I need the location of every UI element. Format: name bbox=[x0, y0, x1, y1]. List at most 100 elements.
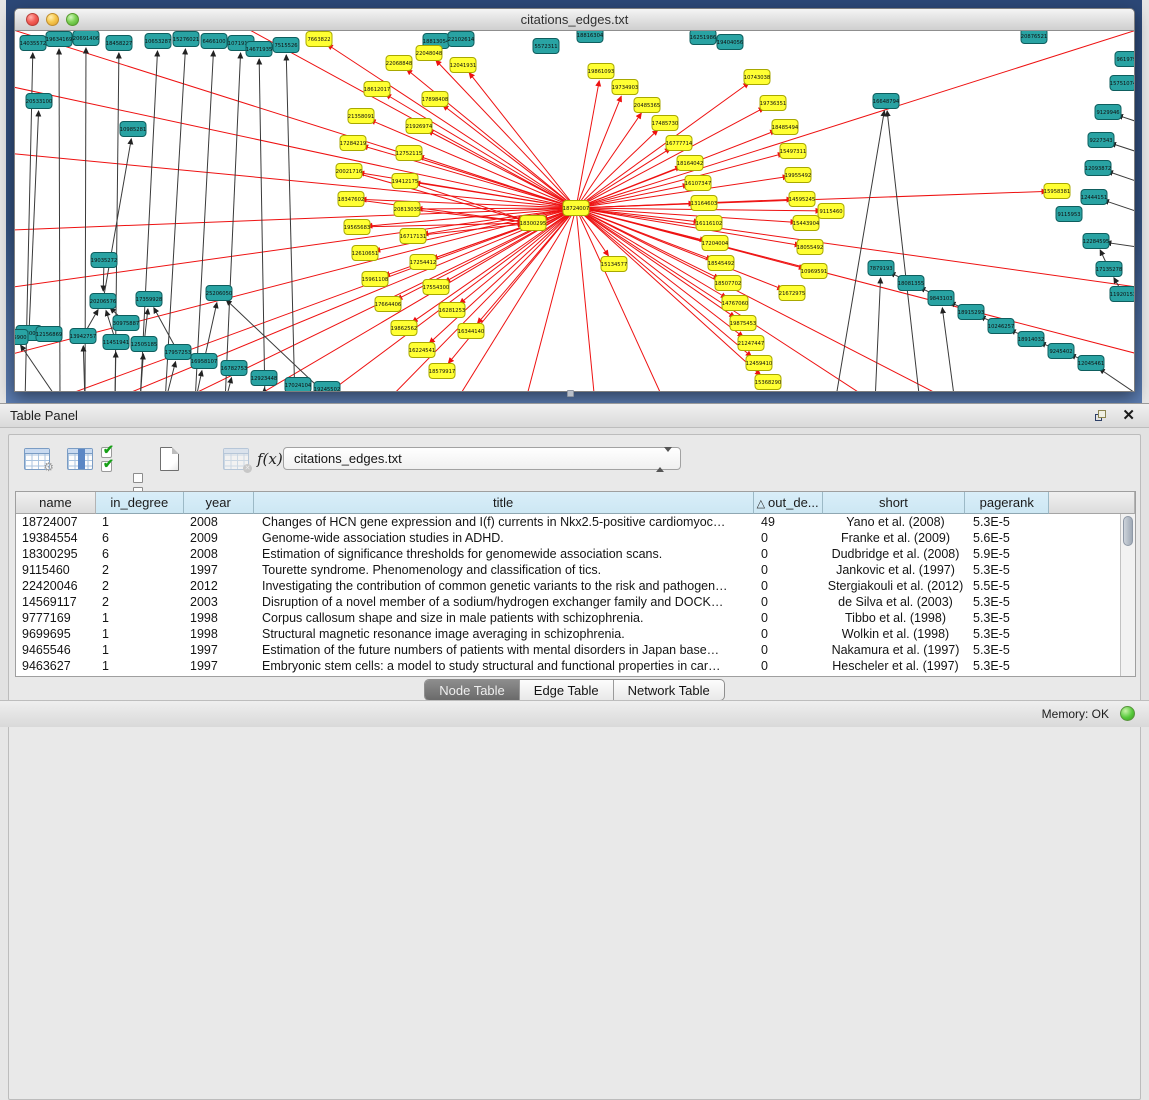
graph-node[interactable]: 15443904 bbox=[793, 216, 820, 231]
graph-node[interactable]: 12505185 bbox=[131, 337, 157, 352]
table-row[interactable]: 969969511998Structural magnetic resonanc… bbox=[16, 626, 1135, 642]
graph-node[interactable]: 17135278 bbox=[1096, 262, 1122, 277]
graph-node[interactable]: 19734903 bbox=[612, 80, 638, 95]
show-column-icon[interactable] bbox=[67, 448, 93, 470]
graph-node[interactable]: 18164042 bbox=[677, 156, 703, 171]
graph-node[interactable]: 7515526 bbox=[273, 38, 299, 53]
network-view-canvas[interactable]: 1403557219634169206914061845822710653287… bbox=[15, 31, 1134, 391]
graph-node[interactable]: 18914032 bbox=[1018, 332, 1044, 347]
graph-node[interactable]: 13164603 bbox=[691, 196, 717, 211]
graph-node[interactable]: 12093872 bbox=[1085, 161, 1111, 176]
table-row[interactable]: 2242004622012Investigating the contribut… bbox=[16, 578, 1135, 594]
graph-node[interactable]: 14767060 bbox=[722, 296, 748, 311]
graph-node[interactable]: 16224541 bbox=[409, 343, 435, 358]
new-file-icon[interactable] bbox=[160, 447, 179, 471]
graph-node[interactable]: 3915900 bbox=[15, 330, 28, 345]
table-row[interactable]: 1830029562008Estimation of significance … bbox=[16, 546, 1135, 562]
table-row[interactable]: 946362711997Embryonic stem cells: a mode… bbox=[16, 658, 1135, 674]
graph-node[interactable]: 9843103 bbox=[928, 291, 954, 306]
graph-node[interactable]: 20206576 bbox=[90, 294, 116, 309]
graph-node[interactable]: 17254412 bbox=[410, 255, 436, 270]
graph-node[interactable]: 19404056 bbox=[717, 35, 743, 50]
table-row[interactable]: 1456911722003Disruption of a novel membe… bbox=[16, 594, 1135, 610]
graph-node[interactable]: 19875453 bbox=[730, 316, 756, 331]
table-row[interactable]: 1938455462009Genome-wide association stu… bbox=[16, 530, 1135, 546]
graph-node[interactable]: 18724007 bbox=[563, 201, 589, 216]
graph-node[interactable]: 9619795 bbox=[1115, 52, 1134, 67]
graph-node[interactable]: 18347602 bbox=[338, 192, 364, 207]
graph-node[interactable]: 18300295 bbox=[520, 216, 546, 231]
graph-node[interactable]: 17024104 bbox=[285, 378, 312, 392]
column-header-name[interactable]: name bbox=[16, 492, 96, 514]
graph-node[interactable]: 10743038 bbox=[744, 70, 770, 85]
graph-node[interactable]: 17204004 bbox=[702, 236, 729, 251]
graph-node[interactable]: 10653287 bbox=[145, 34, 171, 49]
graph-node[interactable]: 15276021 bbox=[173, 32, 199, 47]
table-row[interactable]: 1872400712008Changes of HCN gene express… bbox=[16, 514, 1135, 530]
graph-node[interactable]: 22048048 bbox=[416, 46, 442, 61]
graph-node[interactable]: 20691406 bbox=[73, 31, 99, 46]
graph-node[interactable]: 9115953 bbox=[1056, 207, 1082, 222]
graph-node[interactable]: 12041931 bbox=[450, 58, 476, 73]
graph-node[interactable]: 19736351 bbox=[760, 96, 786, 111]
graph-node[interactable]: 10969591 bbox=[801, 264, 827, 279]
graph-node[interactable]: 19955492 bbox=[785, 168, 811, 183]
graph-node[interactable]: 16107347 bbox=[685, 176, 711, 191]
graph-node[interactable]: 12444151 bbox=[1081, 190, 1107, 205]
graph-node[interactable]: 20485365 bbox=[634, 98, 660, 113]
table-settings-icon[interactable]: ⚙ bbox=[24, 448, 50, 470]
tab-network-table[interactable]: Network Table bbox=[614, 680, 724, 700]
graph-node[interactable]: 12156869 bbox=[36, 327, 62, 342]
graph-node[interactable]: 19565683 bbox=[344, 220, 370, 235]
graph-node[interactable]: 17898408 bbox=[422, 92, 448, 107]
scrollbar-thumb[interactable] bbox=[1123, 516, 1133, 546]
graph-node[interactable]: 18612017 bbox=[364, 82, 390, 97]
column-header-title[interactable]: title bbox=[254, 492, 754, 514]
table-row[interactable]: 911546021997Tourette syndrome. Phenomeno… bbox=[16, 562, 1135, 578]
graph-node[interactable]: 17554300 bbox=[423, 280, 449, 295]
graph-node[interactable]: 21672975 bbox=[779, 286, 805, 301]
graph-node[interactable]: 16958107 bbox=[191, 354, 217, 369]
graph-node[interactable]: 5572311 bbox=[533, 39, 559, 54]
network-window-titlebar[interactable]: citations_edges.txt bbox=[15, 9, 1134, 31]
graph-node[interactable]: 17485730 bbox=[652, 116, 678, 131]
graph-node[interactable]: 17284219 bbox=[340, 136, 366, 151]
graph-node[interactable]: 19245502 bbox=[314, 382, 340, 392]
split-pane-grip[interactable] bbox=[567, 390, 574, 397]
graph-node[interactable]: 16116102 bbox=[696, 216, 722, 231]
graph-node[interactable]: 12045461 bbox=[1078, 356, 1104, 371]
graph-node[interactable]: 17664406 bbox=[375, 297, 401, 312]
graph-node[interactable]: 18055492 bbox=[797, 240, 823, 255]
close-panel-icon[interactable]: ✕ bbox=[1122, 406, 1135, 424]
network-window[interactable]: citations_edges.txt 14035572196341692069… bbox=[14, 8, 1135, 392]
graph-node[interactable]: 12459410 bbox=[746, 356, 772, 371]
graph-node[interactable]: 15958381 bbox=[1044, 184, 1070, 199]
table-row[interactable]: 946554611997Estimation of the future num… bbox=[16, 642, 1135, 658]
graph-node[interactable]: 18816304 bbox=[577, 31, 604, 43]
graph-node[interactable]: 20876521 bbox=[1021, 31, 1047, 44]
graph-node[interactable]: 12284595 bbox=[1083, 234, 1109, 249]
graph-node[interactable]: 9245402 bbox=[1048, 344, 1074, 359]
graph-node[interactable]: 19862562 bbox=[391, 321, 417, 336]
column-header-in_degree[interactable]: in_degree bbox=[96, 492, 184, 514]
graph-node[interactable]: 13942757 bbox=[70, 329, 96, 344]
float-panel-icon[interactable] bbox=[1093, 408, 1109, 424]
graph-node[interactable]: 18081355 bbox=[898, 276, 924, 291]
table-vertical-scrollbar[interactable] bbox=[1120, 514, 1135, 676]
graph-node[interactable]: 16648794 bbox=[873, 94, 900, 109]
graph-node[interactable]: 14671935 bbox=[246, 42, 272, 57]
graph-node[interactable]: 15751074 bbox=[1110, 76, 1134, 91]
column-header-year[interactable]: year bbox=[184, 492, 254, 514]
graph-node[interactable]: 14035572 bbox=[20, 36, 46, 51]
graph-node[interactable]: 9227343 bbox=[1088, 133, 1114, 148]
graph-node[interactable]: 20021716 bbox=[336, 164, 362, 179]
graph-node[interactable]: 16281253 bbox=[439, 303, 465, 318]
graph-node[interactable]: 17957253 bbox=[165, 345, 191, 360]
graph-node[interactable]: 18485494 bbox=[772, 120, 799, 135]
graph-node[interactable]: 22102614 bbox=[448, 32, 475, 47]
graph-node[interactable]: 20533100 bbox=[26, 94, 52, 109]
graph-node[interactable]: 21358091 bbox=[348, 109, 374, 124]
graph-node[interactable]: 18458227 bbox=[106, 36, 132, 51]
graph-node[interactable]: 16251986 bbox=[690, 31, 716, 45]
graph-node[interactable]: 9129946 bbox=[1095, 105, 1121, 120]
